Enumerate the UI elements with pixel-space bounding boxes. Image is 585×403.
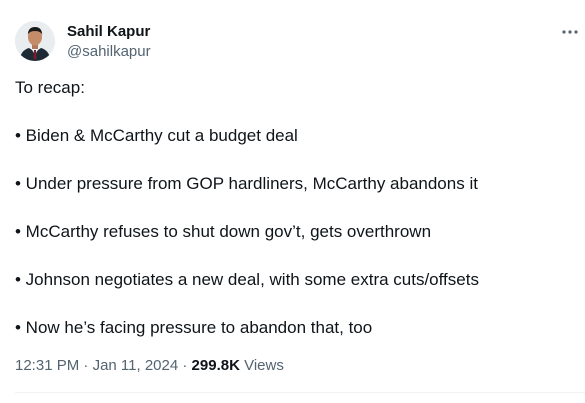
author-handle[interactable]: @sahilkapur — [67, 42, 151, 62]
tweet-date[interactable]: Jan 11, 2024 — [93, 357, 179, 374]
tweet-text-line: • Johnson negotiates a new deal, with so… — [15, 270, 479, 289]
tweet-time[interactable]: 12:31 PM — [15, 357, 79, 374]
more-button[interactable] — [558, 22, 582, 42]
tweet-text-line: To recap: — [15, 78, 85, 97]
avatar-photo — [15, 21, 55, 61]
meta-separator: · — [83, 357, 89, 374]
avatar[interactable] — [15, 21, 55, 61]
divider — [15, 392, 585, 393]
views-count: 299.8K — [191, 357, 240, 374]
tweet: Sahil Kapur @sahilkapur To recap: • Bide… — [0, 0, 585, 403]
meta-separator: · — [182, 357, 188, 374]
more-horizontal-icon — [562, 30, 578, 34]
author-name[interactable]: Sahil Kapur — [67, 22, 150, 42]
tweet-text-line: • Under pressure from GOP hardliners, Mc… — [15, 174, 478, 193]
views-label: Views — [244, 357, 284, 374]
tweet-text-line: • McCarthy refuses to shut down gov’t, g… — [15, 222, 432, 241]
tweet-text-line: • Now he’s facing pressure to abandon th… — [15, 318, 373, 337]
tweet-text-line: • Biden & McCarthy cut a budget deal — [15, 126, 298, 145]
tweet-meta: 12:31 PM · Jan 11, 2024 · 299.8K Views — [15, 356, 284, 376]
